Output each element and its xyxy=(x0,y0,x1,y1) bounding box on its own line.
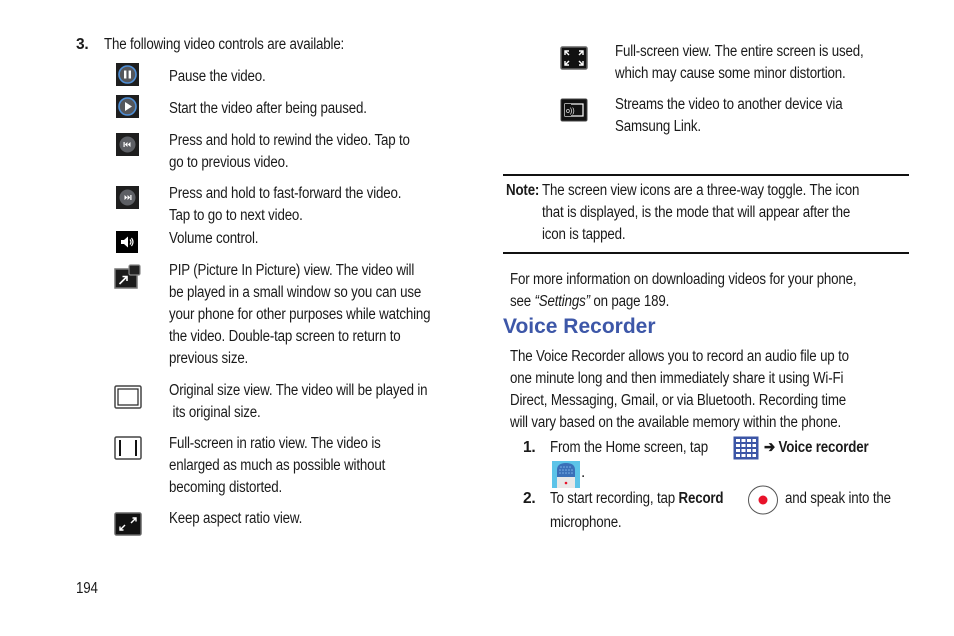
record-label: Record xyxy=(678,490,724,507)
desc-line: be played in a small window so you can u… xyxy=(169,284,422,301)
step-2-text: To start recording, tap xyxy=(550,490,675,507)
control-volume-desc: Volume control. xyxy=(169,230,259,247)
voice-recorder-app-icon[interactable] xyxy=(552,461,580,488)
desc-line: Press and hold to rewind the video. Tap … xyxy=(169,132,410,149)
note-top-rule xyxy=(503,174,909,176)
record-button[interactable] xyxy=(747,485,779,515)
control-pip-desc: PIP (Picture In Picture) view. The video… xyxy=(169,260,431,370)
desc-line: Original size view. The video will be pl… xyxy=(169,382,428,399)
intro-line: one minute long and then immediately sha… xyxy=(510,370,844,387)
desc-line: Samsung Link. xyxy=(615,118,701,135)
step-1-number: 1. xyxy=(523,439,536,456)
voice-recorder-label: Voice recorder xyxy=(778,439,869,456)
record-dot-icon xyxy=(758,495,768,505)
volume-icon xyxy=(116,231,138,253)
step-2-line2: microphone. xyxy=(550,514,622,531)
full-screen-icon xyxy=(560,46,588,70)
control-keep-aspect-desc: Keep aspect ratio view. xyxy=(169,510,303,527)
more-info-line: For more information on downloading vide… xyxy=(510,271,857,288)
desc-line: Press and hold to fast-forward the video… xyxy=(169,185,402,202)
more-info-text: For more information on downloading vide… xyxy=(510,269,857,313)
step-number: 3. xyxy=(76,36,89,53)
control-original-size-desc: Original size view. The video will be pl… xyxy=(169,380,428,424)
arrow-icon: ➔ xyxy=(764,439,776,456)
original-size-icon xyxy=(114,385,142,409)
rewind-icon xyxy=(116,133,139,156)
settings-link[interactable]: “Settings” xyxy=(535,293,591,310)
desc-line: go to previous video. xyxy=(169,154,289,171)
voice-recorder-intro: The Voice Recorder allows you to record … xyxy=(510,346,849,434)
page-number: 194 xyxy=(76,580,98,597)
note-bottom-rule xyxy=(503,252,909,254)
control-fast-forward-desc: Press and hold to fast-forward the video… xyxy=(169,183,401,227)
note-text: The screen view icons are a three-way to… xyxy=(542,180,859,246)
desc-line: PIP (Picture In Picture) view. The video… xyxy=(169,262,415,279)
desc-line: Tap to go to next video. xyxy=(169,207,303,224)
section-heading: Voice Recorder xyxy=(503,315,656,338)
desc-line: Full-screen in ratio view. The video is xyxy=(169,435,381,452)
svg-text:o)): o)) xyxy=(566,108,575,115)
intro-line: Direct, Messaging, Gmail, or via Bluetoo… xyxy=(510,392,847,409)
control-samsung-link-desc: Streams the video to another device via … xyxy=(615,94,843,138)
desc-line: previous size. xyxy=(169,350,249,367)
fast-forward-icon xyxy=(116,186,139,209)
note-label: Note: xyxy=(506,182,540,199)
note-line: icon is tapped. xyxy=(542,226,626,243)
desc-line: becoming distorted. xyxy=(169,479,283,496)
control-play-desc: Start the video after being paused. xyxy=(169,100,367,117)
desc-line: its original size. xyxy=(169,404,261,421)
step-1-end: . xyxy=(581,464,586,481)
more-info-suffix: on page 189. xyxy=(589,293,670,310)
step-1-prefix: From the Home screen, tap xyxy=(550,439,708,456)
desc-line: Streams the video to another device via xyxy=(615,96,843,113)
note-line: The screen view icons are a three-way to… xyxy=(542,182,860,199)
control-pause-desc: Pause the video. xyxy=(169,68,266,85)
apps-icon[interactable] xyxy=(733,436,759,460)
play-icon xyxy=(116,95,139,118)
intro-line: The Voice Recorder allows you to record … xyxy=(510,348,849,365)
desc-line: the video. Double-tap screen to return t… xyxy=(169,328,401,345)
intro-line: will vary based on the available memory … xyxy=(510,414,842,431)
desc-line: enlarged as much as possible without xyxy=(169,457,386,474)
step-2-suffix: and speak into the xyxy=(785,490,891,507)
desc-line: your phone for other purposes while watc… xyxy=(169,306,431,323)
control-full-screen-ratio-desc: Full-screen in ratio view. The video is … xyxy=(169,433,385,499)
full-screen-ratio-icon xyxy=(114,436,142,460)
control-rewind-desc: Press and hold to rewind the video. Tap … xyxy=(169,130,410,174)
desc-line: Full-screen view. The entire screen is u… xyxy=(615,43,864,60)
control-full-screen-desc: Full-screen view. The entire screen is u… xyxy=(615,41,864,85)
step-text: The following video controls are availab… xyxy=(104,36,345,53)
pause-icon xyxy=(116,63,139,86)
step-2-prefix: To start recording, tap Record xyxy=(550,488,724,510)
keep-aspect-ratio-icon xyxy=(114,512,142,536)
step-1-target: ➔ Voice recorder xyxy=(764,437,869,459)
note-line: that is displayed, is the mode that will… xyxy=(542,204,851,221)
samsung-link-icon: o)) xyxy=(560,98,588,122)
desc-line: which may cause some minor distortion. xyxy=(615,65,846,82)
more-info-prefix: see xyxy=(510,293,535,310)
pip-icon xyxy=(114,264,141,289)
step-2-number: 2. xyxy=(523,490,536,507)
